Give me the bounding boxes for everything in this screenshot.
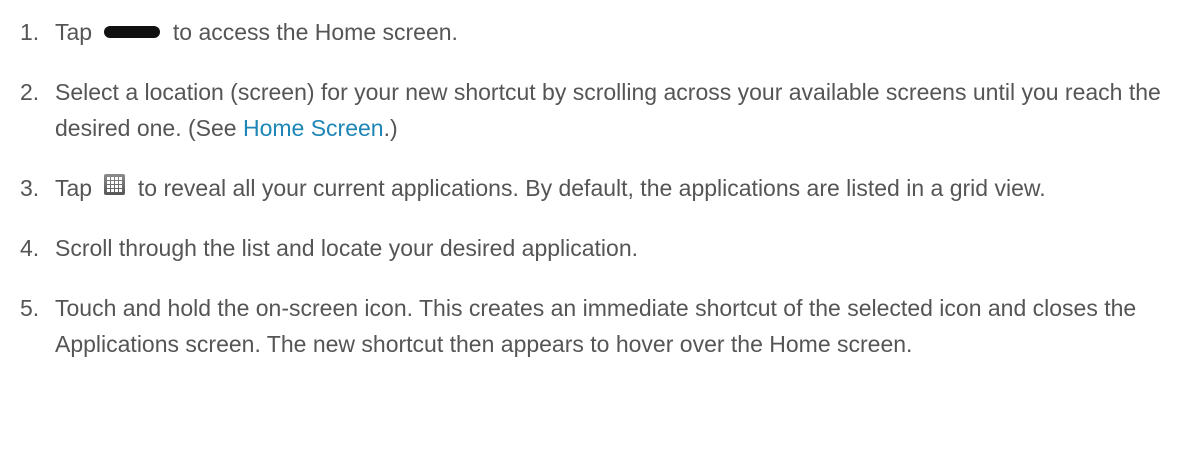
step-text-before: Tap [55, 19, 93, 45]
applications-grid-icon [104, 174, 126, 196]
step-text-before: Select a location (screen) for your new … [55, 79, 1161, 141]
step-text-after: .) [383, 115, 398, 141]
step-number: 2. [20, 79, 40, 105]
step-text: Touch and hold the on-screen icon. This … [55, 295, 1137, 357]
step-text-before: Tap [55, 175, 93, 201]
step-number: 5. [20, 295, 40, 321]
step-3: 3. Tap to reveal all your current applic… [0, 170, 1200, 206]
step-text-after: to access the Home screen. [172, 19, 458, 45]
step-text: Scroll through the list and locate your … [55, 235, 639, 261]
step-2: 2. Select a location (screen) for your n… [0, 74, 1200, 146]
step-number: 1. [20, 19, 40, 45]
step-number: 3. [20, 175, 40, 201]
home-key-icon [104, 25, 161, 38]
step-5: 5. Touch and hold the on-screen icon. Th… [0, 290, 1200, 362]
step-4: 4. Scroll through the list and locate yo… [0, 230, 1200, 266]
step-1: 1. Tap to access the Home screen. [0, 14, 1200, 50]
step-number: 4. [20, 235, 40, 261]
home-screen-link[interactable]: Home Screen [243, 115, 384, 141]
instruction-steps: 1. Tap to access the Home screen. 2. Sel… [0, 0, 1200, 362]
step-text-after: to reveal all your current applications.… [137, 175, 1046, 201]
